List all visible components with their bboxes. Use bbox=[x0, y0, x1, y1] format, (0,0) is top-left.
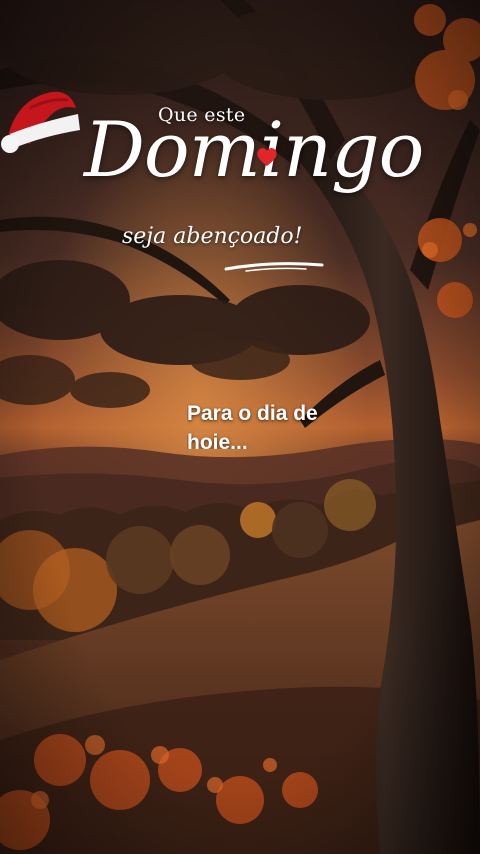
background-scene bbox=[0, 0, 480, 854]
autumn-landscape-illustration bbox=[0, 0, 480, 854]
